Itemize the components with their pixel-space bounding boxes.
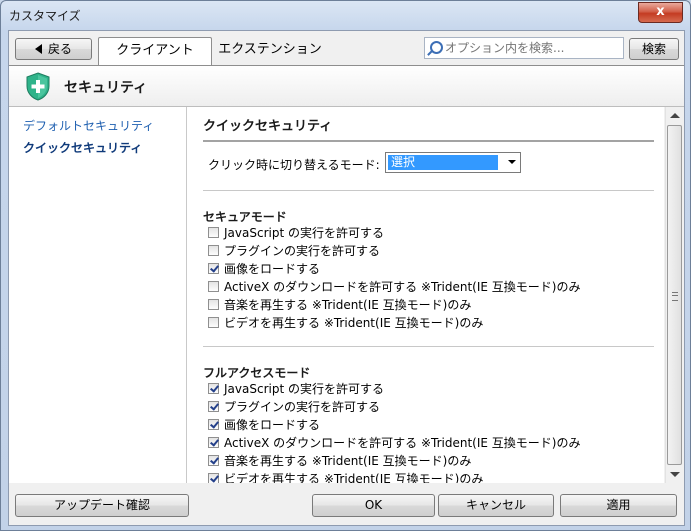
cancel-button[interactable]: キャンセル [438,494,554,517]
option-label: JavaScript の実行を許可する [224,226,384,240]
option-label: プラグインの実行を許可する [224,400,381,414]
checkbox[interactable] [208,401,219,412]
search-box [424,37,624,59]
checkbox[interactable] [208,383,219,394]
checkbox[interactable] [208,299,219,310]
secure-option-audio[interactable]: 音楽を再生する ※Trident(IE 互換モード)のみ [208,297,471,313]
chevron-down-icon [508,160,516,164]
option-label: JavaScript の実行を許可する [224,382,384,396]
section-divider [203,140,654,142]
tab-client[interactable]: クライアント [98,37,212,65]
sidebar-item-quick-security[interactable]: クイックセキュリティ [23,139,142,156]
checkbox[interactable] [208,317,219,328]
customize-window: カスタマイズ x 戻る クライアント エクステンション 検索 セキュリティ デフ… [0,0,691,531]
back-button-label: 戻る [47,42,72,56]
option-label: 画像をロードする [224,262,321,276]
sidebar: デフォルトセキュリティ クイックセキュリティ [9,107,187,483]
vertical-scrollbar[interactable] [665,107,684,483]
search-icon [430,41,443,54]
option-label: 画像をロードする [224,418,321,432]
settings-panel: クイックセキュリティ クリック時に切り替えるモード: 選択 セキュアモード Ja… [187,107,664,483]
sidebar-item-default-security[interactable]: デフォルトセキュリティ [23,117,154,134]
ok-button[interactable]: OK [312,494,435,517]
option-label: 音楽を再生する ※Trident(IE 互換モード)のみ [224,454,472,468]
checkbox[interactable] [208,281,219,292]
divider [203,190,654,191]
close-button[interactable]: x [638,2,683,23]
option-label: プラグインの実行を許可する [224,244,381,258]
title-bar[interactable]: カスタマイズ x [1,1,690,29]
option-label: ビデオを再生する ※Trident(IE 互換モード)のみ [224,472,484,483]
section-title: クイックセキュリティ [203,119,333,134]
checkbox[interactable] [208,245,219,256]
secure-option-activex[interactable]: ActiveX のダウンロードを許可する ※Trident(IE 互換モード)の… [208,279,580,295]
option-label: ActiveX のダウンロードを許可する ※Trident(IE 互換モード)の… [224,436,581,450]
scrollbar-thumb[interactable] [667,125,682,465]
secure-option-images[interactable]: 画像をロードする [208,261,320,277]
full-option-javascript[interactable]: JavaScript の実行を許可する [208,381,384,397]
checkbox[interactable] [208,263,219,274]
scroll-down-arrow-icon[interactable] [670,472,680,477]
shield-plus-icon [26,72,50,101]
option-label: 音楽を再生する ※Trident(IE 互換モード)のみ [224,298,472,312]
mode-label: クリック時に切り替えるモード: [208,158,380,172]
full-option-audio[interactable]: 音楽を再生する ※Trident(IE 互換モード)のみ [208,453,471,469]
page-title: セキュリティ [64,80,148,96]
apply-button[interactable]: 適用 [560,494,677,517]
checkbox[interactable] [208,437,219,448]
secure-option-video[interactable]: ビデオを再生する ※Trident(IE 互換モード)のみ [208,315,483,331]
option-label: ActiveX のダウンロードを許可する ※Trident(IE 互換モード)の… [224,280,581,294]
window-title: カスタマイズ [9,9,81,23]
full-option-plugins[interactable]: プラグインの実行を許可する [208,399,380,415]
checkbox[interactable] [208,455,219,466]
search-input[interactable] [445,39,617,57]
toolbar: 戻る クライアント エクステンション 検索 [9,31,684,65]
secure-option-plugins[interactable]: プラグインの実行を許可する [208,243,380,259]
scroll-up-arrow-icon[interactable] [670,113,680,118]
secure-mode-title: セキュアモード [203,210,287,224]
checkbox[interactable] [208,227,219,238]
full-option-activex[interactable]: ActiveX のダウンロードを許可する ※Trident(IE 互換モード)の… [208,435,580,451]
option-label: ビデオを再生する ※Trident(IE 互換モード)のみ [224,316,484,330]
checkbox[interactable] [208,473,219,483]
full-access-mode-title: フルアクセスモード [203,366,311,380]
page-header: セキュリティ [9,65,684,107]
back-button[interactable]: 戻る [15,38,92,60]
full-option-images[interactable]: 画像をロードする [208,417,320,433]
grip-icon [672,292,678,301]
mode-select-value: 選択 [388,155,498,170]
divider [203,346,654,347]
mode-select[interactable]: 選択 [385,152,521,173]
back-arrow-icon [34,44,42,54]
secure-option-javascript[interactable]: JavaScript の実行を許可する [208,225,384,241]
checkbox[interactable] [208,419,219,430]
tab-extension[interactable]: エクステンション [215,37,325,65]
search-button[interactable]: 検索 [629,38,679,60]
check-update-button[interactable]: アップデート確認 [15,494,189,517]
dialog-body: 戻る クライアント エクステンション 検索 セキュリティ デフォルトセキュリティ… [8,30,685,526]
full-option-video[interactable]: ビデオを再生する ※Trident(IE 互換モード)のみ [208,471,483,483]
